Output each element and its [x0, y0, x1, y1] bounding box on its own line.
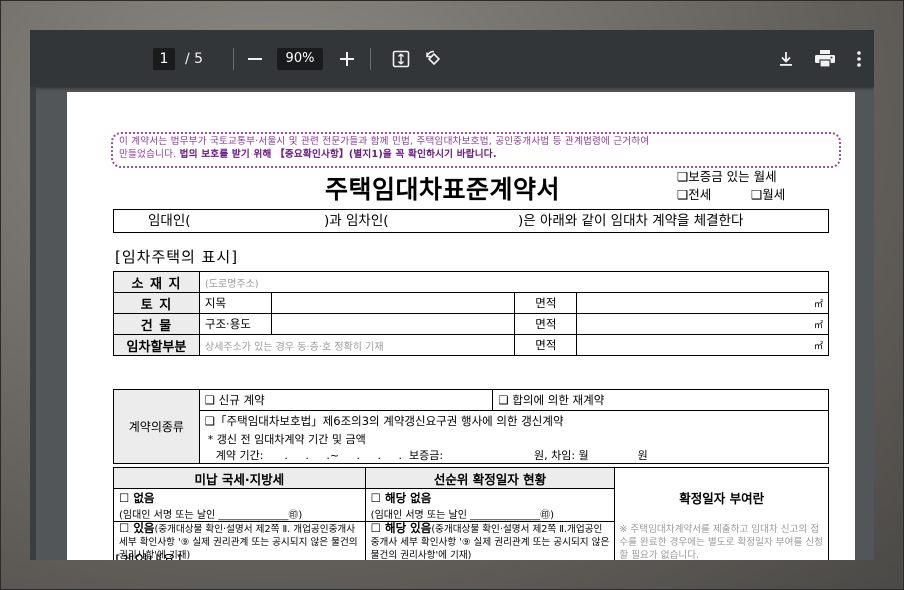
land-area-label: 면적: [514, 292, 578, 314]
ct-renew-agree: ❑ 합의에 의한 재계약: [492, 389, 829, 411]
section-title: [임차주택의 표시]: [115, 248, 239, 266]
pdf-viewer: 1 / 5 90% 이 계약서는 법무부가 국토교통부·서울시 및 관련 전문가…: [30, 30, 874, 560]
party-and: )과 임차인(: [324, 213, 389, 229]
land-label: 토 지: [113, 292, 200, 314]
notice-line-2: 만들었습니다. 법의 보호를 받기 위해 【중요확인사항】(별지1)을 꼭 확인…: [119, 148, 833, 161]
ct-prev-block: * 갱신 전 임대차계약 기간 및 금액 계약 기간: . . .~ . . .…: [198, 431, 830, 464]
part-placeholder: 상세주소가 있는 경우 동·층·호 정확히 기재: [198, 334, 516, 356]
parties-line: 임대인( )과 임차인( )은 아래와 같이 임대차 계약을 체결한다: [113, 209, 829, 233]
table-row: 건 물 구조·용도 면적 ㎡: [113, 313, 829, 335]
land-value: [270, 292, 516, 314]
zoom-level: 90%: [277, 30, 323, 87]
tax-none: ☐ 없음: [119, 490, 155, 505]
pdf-page: 이 계약서는 법무부가 국토교통부·서울시 및 관련 전문가들과 함께 민법, …: [67, 92, 855, 560]
zoom-in-button[interactable]: [336, 30, 358, 87]
prio-none-sign: (임대인 서명 또는 날인 ______________㊞): [370, 509, 554, 521]
ct-new: ❑ 신규 계약: [198, 389, 494, 411]
part-area-unit: ㎡: [576, 334, 829, 356]
ct-renew-right: ❑「주택임대차보호법」제6조의3의 계약갱신요구권 행사에 의한 갱신계약: [198, 410, 830, 431]
land-sub-label: 지목: [198, 292, 272, 314]
table-row: 계약의종류 ❑ 신규 계약 ❑ 합의에 의한 재계약: [113, 389, 829, 464]
fit-page-button[interactable]: [390, 30, 412, 87]
print-icon: [814, 48, 836, 70]
toolbar-divider: [233, 48, 234, 70]
prio-none: ☐ 해당 없음: [370, 490, 432, 505]
building-value: [270, 313, 516, 335]
tax-header: 미납 국세·지방세: [113, 467, 366, 489]
page-indicator: 1 / 5: [153, 30, 203, 87]
document-title: 주택임대차표준계약서: [325, 175, 561, 204]
option-jeonse: ❑전세: [677, 187, 712, 202]
zoom-input[interactable]: 90%: [277, 47, 323, 70]
prio-exist-bold: ☐ 해당 있음: [370, 521, 432, 535]
fit-page-icon: [390, 48, 412, 70]
option-deposit-monthly: ❑보증금 있는 월세: [677, 169, 777, 184]
prio-none-cell: ☐ 해당 없음 (임대인 서명 또는 날인 ______________㊞): [364, 488, 616, 522]
table-row: * 갱신 전 임대차계약 기간 및 금액 계약 기간: . . .~ . . .…: [114, 431, 830, 464]
party-rest: )은 아래와 같이 임대차 계약을 체결한다: [518, 213, 744, 229]
table-row: ❑「주택임대차보호법」제6조의3의 계약갱신요구권 행사에 의한 갱신계약: [114, 410, 830, 431]
more-vert-icon: [854, 48, 864, 70]
ct-prev-line: 계약 기간: . . .~ . . . 보증금: 원, 차임: 월 원: [215, 449, 648, 462]
building-area-label: 면적: [514, 313, 578, 335]
minus-icon: [244, 48, 266, 70]
page-total: / 5: [185, 50, 204, 67]
next-section-title: [계약내용]: [115, 550, 182, 560]
tax-none-sign: (임대인 서명 또는 날인 ______________㊞): [119, 509, 303, 521]
fixed-date-title: 확정일자 부여란: [679, 491, 765, 506]
priority-header: 선순위 확정일자 현황: [364, 467, 616, 489]
contract-type-label: 계약의종류: [113, 389, 200, 464]
table-row: 임차할부분 상세주소가 있는 경우 동·층·호 정확히 기재 면적 ㎡: [113, 334, 829, 356]
notice-line-2-prefix: 만들었습니다.: [119, 149, 177, 160]
notice-line-1: 이 계약서는 법무부가 국토교통부·서울시 및 관련 전문가들과 함께 민법, …: [119, 136, 650, 147]
contract-type-table: 계약의종류 ❑ 신규 계약 ❑ 합의에 의한 재계약 ❑「주택임대차보호법」제6…: [113, 389, 830, 464]
building-label: 건 물: [113, 313, 200, 335]
zoom-out-button[interactable]: [244, 30, 266, 87]
notice-box: 이 계약서는 법무부가 국토교통부·서울시 및 관련 전문가들과 함께 민법, …: [111, 132, 841, 168]
land-area-unit: ㎡: [576, 292, 829, 314]
fixed-date-note: ※ 주택임대차계약서를 제출하고 임대차 신고의 접수를 완료한 경우에는 별도…: [619, 524, 823, 560]
toolbar-divider: [370, 48, 371, 70]
page-number-input[interactable]: 1: [153, 47, 175, 70]
prio-exist-cell: ☐ 해당 있음(중개대상물 확인·설명서 제2쪽 Ⅱ.개업공인중개사 세부 확인…: [364, 521, 616, 560]
table-row: 소 재 지 (도로명주소): [113, 271, 830, 293]
building-sub-label: 구조·용도: [198, 313, 272, 335]
part-label: 임차할부분: [113, 334, 200, 356]
notice-line-2-bold: 법의 보호를 받기 위해 【중요확인사항】(별지1)을 꼭 확인하시기 바랍니다…: [179, 149, 497, 160]
download-icon: [775, 48, 797, 70]
table-row: 토 지 지목 면적 ㎡: [113, 292, 829, 314]
part-area-label: 면적: [514, 334, 578, 356]
tax-exist-bold: ☐ 있음: [119, 521, 155, 535]
more-actions-button[interactable]: [854, 30, 864, 87]
ct-prev-title: * 갱신 전 임대차계약 기간 및 금액: [207, 433, 366, 446]
download-button[interactable]: [775, 30, 797, 87]
party-lessor: 임대인(: [148, 213, 191, 229]
fixed-date-cell: 확정일자 부여란 ※ 주택임대차계약서를 제출하고 임대차 신고의 접수를 완료…: [614, 467, 829, 560]
address-label: 소 재 지: [113, 271, 200, 293]
property-table: 소 재 지 (도로명주소) 토 지 지목 면적 ㎡ 건 물 구조·용도 면적 ㎡…: [113, 271, 830, 356]
address-placeholder: (도로명주소): [198, 271, 830, 293]
rotate-icon: [423, 48, 445, 70]
sidebar-edge: [30, 87, 36, 560]
plus-icon: [336, 48, 358, 70]
option-monthly: ❑월세: [751, 187, 786, 202]
rotate-button[interactable]: [423, 30, 445, 87]
building-area-unit: ㎡: [576, 313, 829, 335]
tax-none-cell: ☐ 없음 (임대인 서명 또는 날인 ______________㊞): [113, 488, 366, 522]
pdf-toolbar: 1 / 5 90%: [30, 30, 874, 87]
table-row: 미납 국세·지방세 선순위 확정일자 현황 확정일자 부여란 ※ 주택임대차계약…: [113, 467, 829, 560]
print-button[interactable]: [814, 30, 836, 87]
tax-priority-table: 미납 국세·지방세 선순위 확정일자 현황 확정일자 부여란 ※ 주택임대차계약…: [113, 467, 829, 560]
